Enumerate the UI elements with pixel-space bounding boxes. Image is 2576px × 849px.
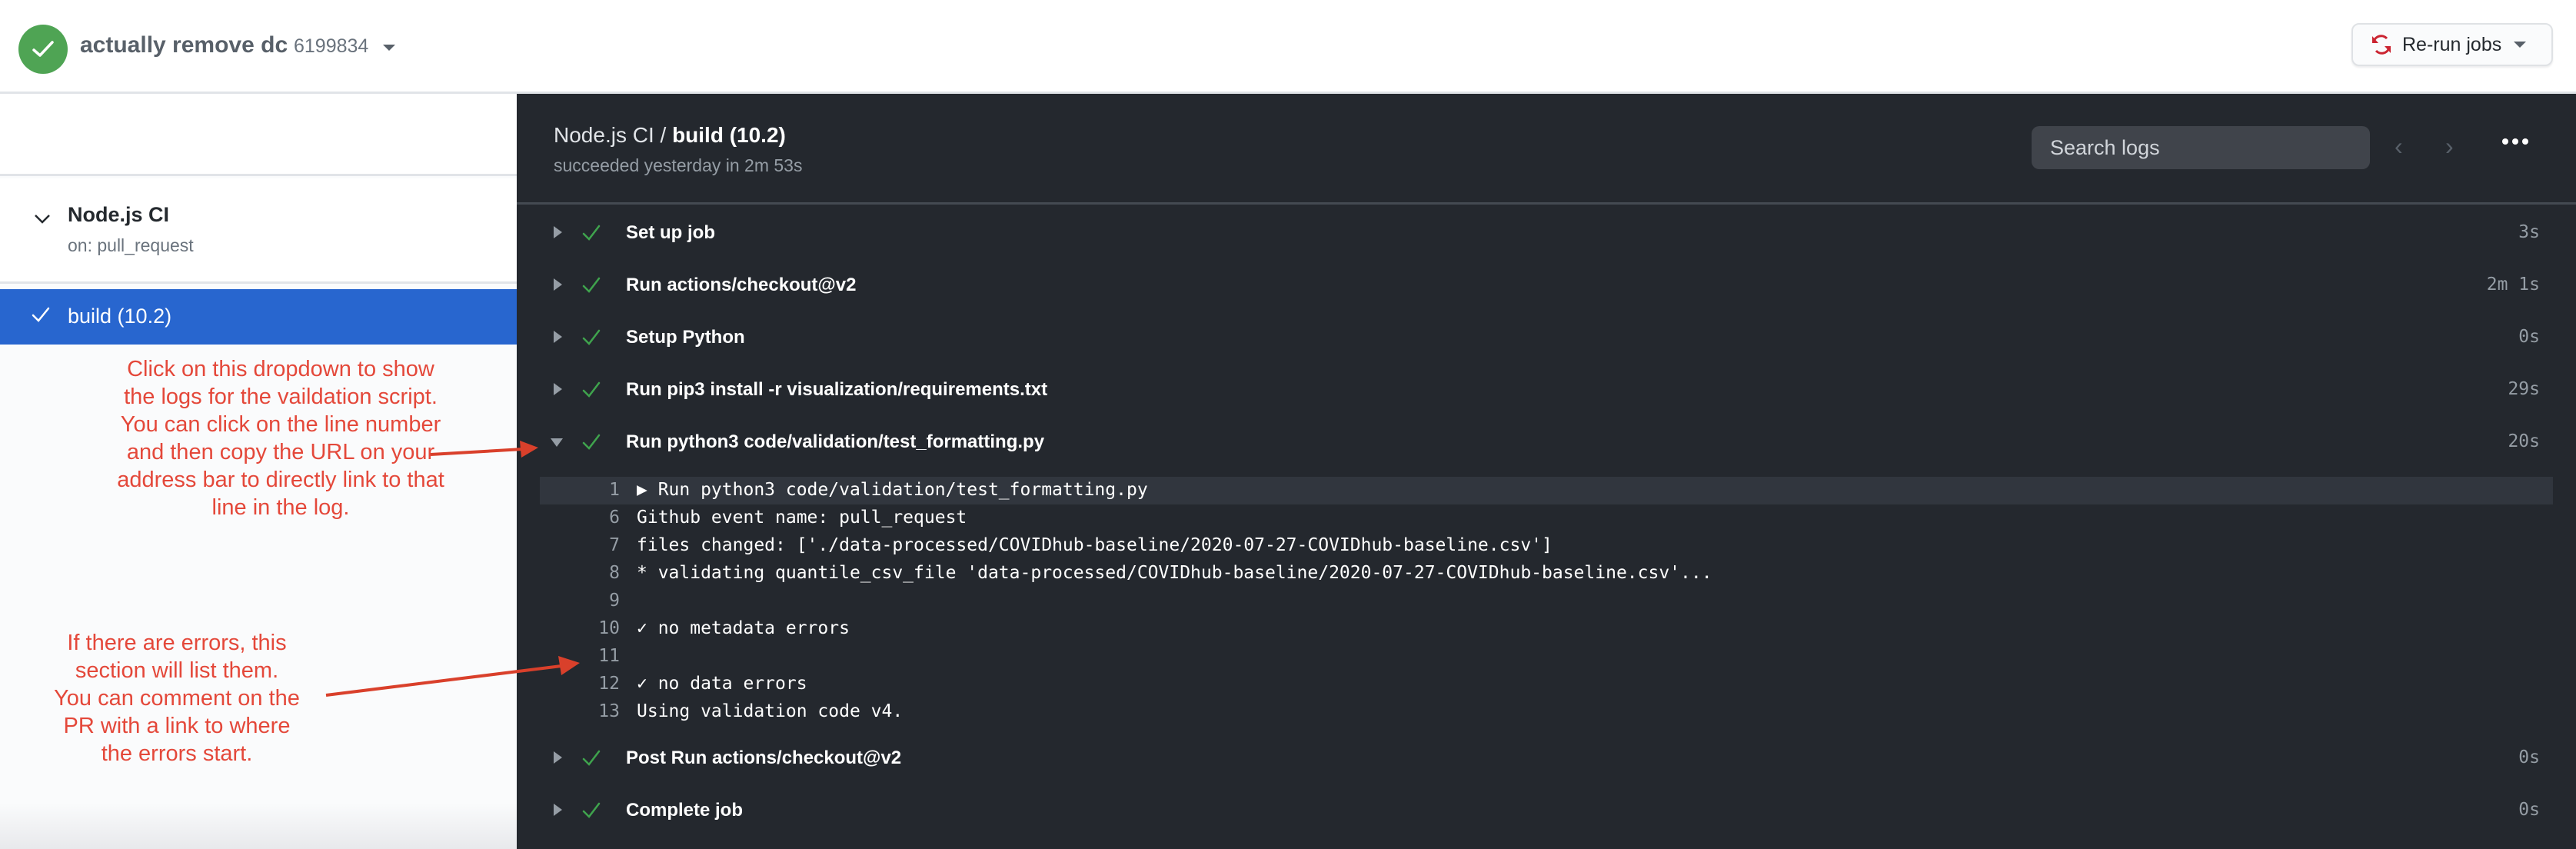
chevron-left-icon[interactable]: ‹: [2395, 132, 2403, 161]
sync-icon: [2372, 35, 2391, 55]
step-duration: 0s: [2518, 747, 2540, 767]
search-logs-input[interactable]: [2032, 126, 2370, 169]
triangle-right-icon[interactable]: [554, 226, 562, 238]
log-line: 9: [540, 588, 2553, 615]
step-name: Run python3 code/validation/test_formatt…: [626, 431, 1045, 452]
check-icon: [582, 225, 601, 241]
step-name: Run actions/checkout@v2: [626, 275, 857, 295]
triangle-right-icon[interactable]: [554, 383, 562, 395]
log-output: 1 ▶ Run python3 code/validation/test_form…: [540, 477, 2553, 726]
rerun-jobs-label: Re-run jobs: [2402, 33, 2502, 55]
check-icon: [582, 381, 601, 398]
log-line: 7 files changed: ['./data-processed/COVID…: [540, 532, 2553, 560]
triangle-right-icon[interactable]: [554, 331, 562, 343]
step-row[interactable]: Run actions/checkout@v2 2m 1s: [517, 261, 2576, 311]
workflow-name: Node.js CI: [68, 203, 170, 226]
annotation-paragraph: Click on this dropdown to show the logs …: [124, 357, 438, 409]
annotation-paragraph: You can click on the line number and the…: [117, 412, 444, 520]
log-text[interactable]: ▶ Run python3 code/validation/test_forma…: [637, 480, 1148, 500]
workflow-trigger: on: pull_request: [68, 235, 194, 255]
step-duration: 0s: [2518, 327, 2540, 347]
sidebar-summary-area: [0, 96, 517, 176]
annotation-errors-hint: If there are errors, this section will l…: [46, 629, 308, 767]
line-number-link[interactable]: 9: [540, 591, 620, 611]
log-text: Using validation code v4.: [637, 701, 904, 721]
breadcrumb-job: build (10.2): [672, 123, 786, 147]
step-row[interactable]: Run python3 code/validation/test_formatt…: [517, 418, 2576, 468]
step-duration: 20s: [2508, 431, 2540, 451]
job-log-panel: Node.js CI / build (10.2) succeeded yest…: [517, 94, 2576, 849]
commit-sha[interactable]: 6199834: [294, 35, 368, 58]
breadcrumb-workflow[interactable]: Node.js CI /: [554, 123, 672, 147]
breadcrumb: Node.js CI / build (10.2): [554, 123, 786, 148]
line-number-link[interactable]: 7: [540, 535, 620, 555]
job-summary: succeeded yesterday in 2m 53s: [554, 155, 803, 175]
chevron-down-icon[interactable]: [34, 214, 51, 225]
job-header: Node.js CI / build (10.2) succeeded yest…: [517, 94, 2576, 205]
step-row[interactable]: Setup Python 0s: [517, 314, 2576, 363]
triangle-right-icon[interactable]: [554, 804, 562, 816]
sidebar-fade: [0, 803, 517, 849]
step-row[interactable]: Set up job 3s: [517, 209, 2576, 258]
check-icon: [582, 329, 601, 345]
check-icon: [582, 277, 601, 293]
check-icon: [582, 750, 601, 766]
line-number-link[interactable]: 6: [540, 508, 620, 528]
line-number-link[interactable]: 13: [540, 701, 620, 721]
log-line: 1 ▶ Run python3 code/validation/test_form…: [540, 477, 2553, 504]
step-duration: 2m 1s: [2486, 275, 2540, 295]
line-number-link[interactable]: 12: [540, 674, 620, 694]
step-row[interactable]: Complete job 0s: [517, 787, 2576, 836]
check-icon: [32, 307, 50, 322]
step-name: Set up job: [626, 222, 715, 243]
run-title: actually remove dc: [80, 32, 288, 58]
log-text: ✓ no data errors: [637, 674, 807, 694]
log-text: ✓ no metadata errors: [637, 618, 850, 638]
annotation-dropdown-hint: Click on this dropdown to show the logs …: [115, 355, 446, 521]
annotation-paragraph: If there are errors, this section will l…: [67, 631, 287, 683]
step-name: Complete job: [626, 800, 744, 821]
step-duration: 0s: [2518, 800, 2540, 820]
log-text: Github event name: pull_request: [637, 508, 967, 528]
chevron-down-icon[interactable]: [383, 45, 395, 51]
success-status-icon: [18, 25, 68, 74]
check-icon: [582, 434, 601, 450]
triangle-down-icon[interactable]: [551, 438, 563, 447]
log-line: 12 ✓ no data errors: [540, 671, 2553, 698]
line-number-link[interactable]: 10: [540, 618, 620, 638]
log-text: files changed: ['./data-processed/COVIDh…: [637, 535, 1553, 555]
step-name: Run pip3 install -r visualization/requir…: [626, 379, 1048, 400]
log-line: 6 Github event name: pull_request: [540, 504, 2553, 532]
triangle-right-icon[interactable]: [554, 278, 562, 291]
step-name: Post Run actions/checkout@v2: [626, 747, 902, 768]
job-label: build (10.2): [68, 305, 172, 328]
step-row[interactable]: Run pip3 install -r visualization/requir…: [517, 366, 2576, 415]
line-number-link[interactable]: 11: [540, 646, 620, 666]
triangle-right-icon[interactable]: [554, 751, 562, 764]
sidebar-item-build[interactable]: build (10.2): [0, 289, 517, 345]
log-line: 13 Using validation code v4.: [540, 698, 2553, 726]
step-name: Setup Python: [626, 327, 745, 348]
step-duration: 29s: [2508, 379, 2540, 399]
step-duration: 3s: [2518, 222, 2540, 242]
log-line: 11: [540, 643, 2553, 671]
workflow-group[interactable]: Node.js CI on: pull_request: [0, 178, 517, 284]
chevron-down-icon: [2514, 42, 2527, 48]
log-text: * validating quantile_csv_file 'data-pro…: [637, 563, 1712, 583]
run-header: actually remove dc 6199834 Re-run jobs: [0, 0, 2576, 94]
log-line: 10 ✓ no metadata errors: [540, 615, 2553, 643]
line-number-link[interactable]: 8: [540, 563, 620, 583]
log-line: 8 * validating quantile_csv_file 'data-pr…: [540, 560, 2553, 588]
annotation-paragraph: You can comment on the PR with a link to…: [54, 686, 300, 766]
step-row[interactable]: Post Run actions/checkout@v2 0s: [517, 734, 2576, 784]
more-options-icon[interactable]: [2502, 132, 2528, 151]
line-number-link[interactable]: 1: [540, 480, 620, 500]
check-icon: [582, 802, 601, 818]
chevron-right-icon[interactable]: ›: [2445, 132, 2454, 161]
rerun-jobs-button[interactable]: Re-run jobs: [2351, 23, 2553, 66]
